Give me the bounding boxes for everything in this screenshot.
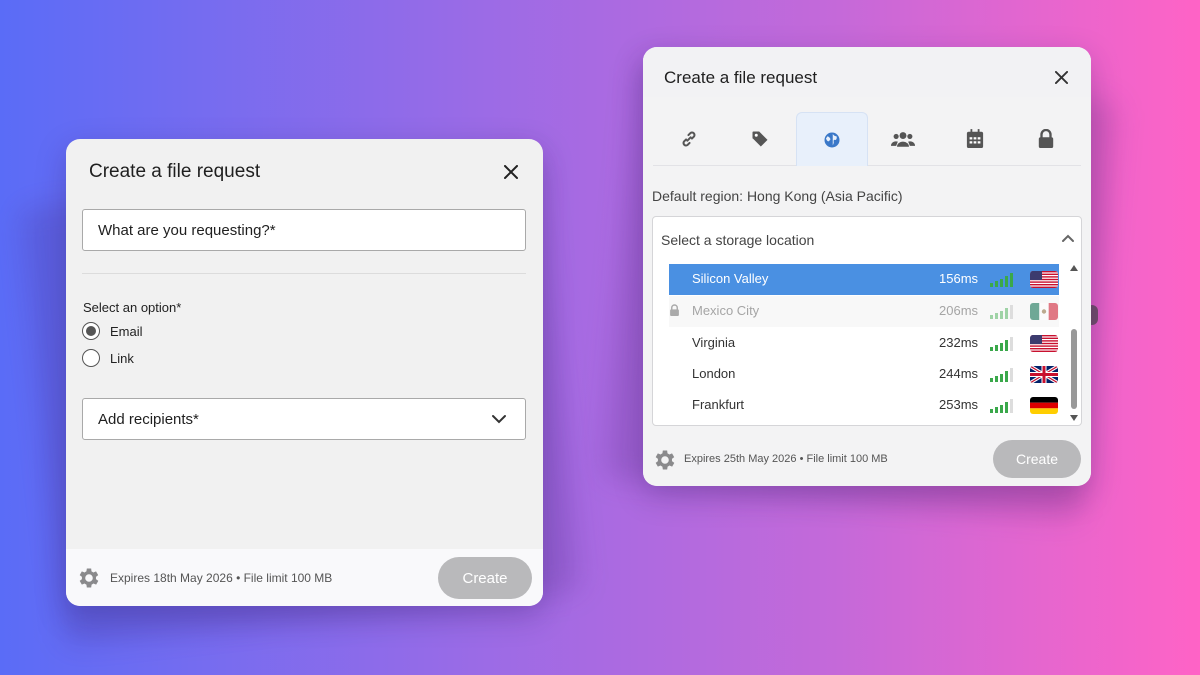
users-icon: [891, 132, 915, 147]
signal-icon: [990, 399, 1013, 413]
tab-users[interactable]: [867, 112, 939, 166]
radio-email[interactable]: Email: [82, 322, 143, 340]
location-option[interactable]: Virginia 232ms: [669, 328, 1059, 359]
signal-icon: [990, 273, 1013, 287]
scroll-up-arrow-icon[interactable]: [1069, 264, 1079, 272]
signal-icon: [990, 305, 1013, 319]
location-name: Frankfurt: [692, 397, 745, 412]
settings-tabbar: [653, 112, 1081, 166]
calendar-icon: [966, 129, 984, 148]
tab-security[interactable]: [1010, 112, 1082, 166]
recipients-label: Add recipients*: [98, 410, 199, 428]
gear-icon[interactable]: [76, 565, 102, 591]
dialog-footer: Expires 18th May 2026 • File limit 100 M…: [66, 549, 543, 606]
request-input[interactable]: What are you requesting?*: [82, 209, 526, 251]
tag-icon: [752, 131, 768, 147]
dialog-footer: Expires 25th May 2026 • File limit 100 M…: [643, 426, 1091, 486]
us-flag-icon: [1030, 335, 1058, 352]
storage-location-dropdown[interactable]: Select a storage location Silicon Valley…: [652, 216, 1082, 426]
close-icon: [1054, 70, 1068, 84]
tab-link[interactable]: [653, 112, 725, 166]
signal-icon: [990, 337, 1013, 351]
location-latency: 156ms: [939, 271, 979, 286]
location-latency: 244ms: [939, 366, 979, 381]
expiry-info: Expires 18th May 2026 • File limit 100 M…: [110, 571, 333, 585]
location-latency: 232ms: [939, 335, 979, 350]
us-flag-icon: [1030, 271, 1058, 288]
location-name: Virginia: [692, 335, 736, 350]
mx-flag-icon: [1030, 303, 1058, 320]
tab-calendar[interactable]: [939, 112, 1011, 166]
location-latency: 206ms: [939, 303, 979, 318]
divider: [82, 273, 526, 274]
location-option[interactable]: Silicon Valley 156ms: [669, 264, 1059, 295]
dialog-title: Create a file request: [89, 161, 261, 182]
chevron-down-icon: [492, 415, 506, 424]
location-latency: 253ms: [939, 397, 979, 412]
globe-icon: [824, 132, 840, 147]
storage-dropdown-label: Select a storage location: [661, 232, 815, 248]
location-option[interactable]: London 244ms: [669, 359, 1059, 390]
dialog-title: Create a file request: [664, 68, 818, 87]
radio-button-checked[interactable]: [82, 322, 100, 340]
lock-icon: [670, 304, 679, 316]
location-list: Silicon Valley 156ms Mexico City 206ms V…: [669, 264, 1059, 421]
list-scrollbar[interactable]: [1068, 264, 1080, 424]
signal-icon: [990, 368, 1013, 382]
tab-region[interactable]: [796, 112, 868, 166]
chevron-up-icon[interactable]: [1061, 233, 1075, 243]
scroll-down-arrow-icon[interactable]: [1069, 414, 1079, 422]
de-flag-icon: [1030, 397, 1058, 414]
default-region: Default region: Hong Kong (Asia Pacific): [652, 188, 903, 204]
expiry-info: Expires 25th May 2026 • File limit 100 M…: [684, 453, 888, 465]
radio-email-label: Email: [110, 323, 143, 339]
create-button[interactable]: Create: [993, 440, 1081, 478]
location-option-locked[interactable]: Mexico City 206ms: [669, 296, 1059, 327]
close-button[interactable]: [1050, 66, 1072, 88]
gear-icon[interactable]: [652, 447, 678, 473]
tab-tags[interactable]: [724, 112, 796, 166]
uk-flag-icon: [1030, 366, 1058, 383]
close-icon: [504, 165, 518, 179]
location-option[interactable]: Frankfurt 253ms: [669, 390, 1059, 421]
radio-link-label: Link: [110, 350, 134, 366]
request-input-placeholder: What are you requesting?*: [98, 221, 276, 239]
create-button[interactable]: Create: [438, 557, 532, 599]
option-label: Select an option*: [83, 300, 182, 315]
location-name: London: [692, 366, 736, 381]
close-button[interactable]: [500, 161, 522, 183]
location-name: Mexico City: [692, 303, 760, 318]
location-name: Silicon Valley: [692, 271, 769, 286]
file-request-dialog-region: Create a file request Default region: Ho…: [643, 47, 1091, 486]
scroll-thumb[interactable]: [1071, 329, 1077, 409]
radio-link[interactable]: Link: [82, 349, 134, 367]
link-icon: [682, 131, 696, 147]
recipients-dropdown[interactable]: Add recipients*: [82, 398, 526, 440]
radio-button-unchecked[interactable]: [82, 349, 100, 367]
file-request-dialog-email: Create a file request What are you reque…: [66, 139, 543, 606]
lock-icon: [1038, 129, 1054, 148]
